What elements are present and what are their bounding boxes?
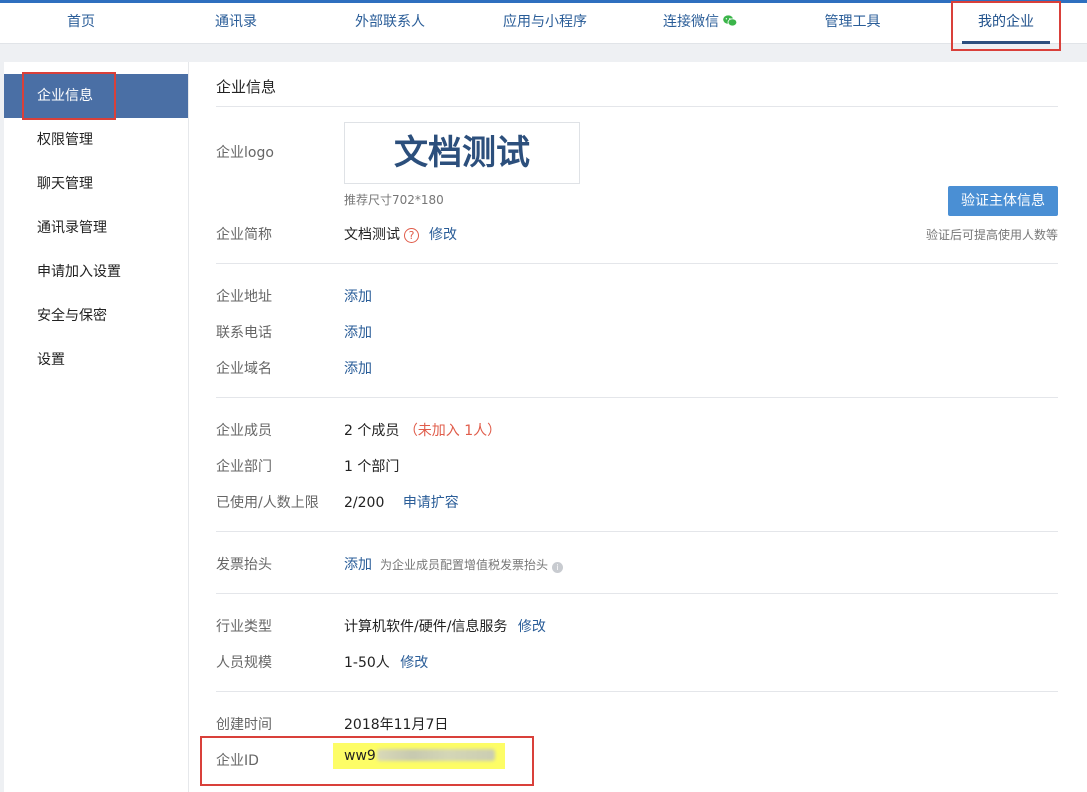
sidebar-item-join-settings[interactable]: 申请加入设置 xyxy=(4,250,188,294)
created-value: 2018年11月7日 xyxy=(344,717,449,733)
sidebar-item-label: 企业信息 xyxy=(37,88,93,104)
departments-value: 1 个部门 xyxy=(344,459,400,475)
divider xyxy=(216,397,1058,398)
divider xyxy=(216,593,1058,594)
corp-id-label: 企业ID xyxy=(216,753,259,769)
sidebar-item-label: 聊天管理 xyxy=(37,176,93,192)
enterprise-logo[interactable]: 文档测试 xyxy=(344,122,580,184)
nav-my-enterprise-label: 我的企业 xyxy=(978,14,1034,30)
sidebar-item-chat-management[interactable]: 聊天管理 xyxy=(4,162,188,206)
content-area: 企业信息 企业logo 文档测试 推荐尺寸702*180 验证主体信息 验证后可… xyxy=(216,62,1058,792)
size-label: 人员规模 xyxy=(216,655,272,671)
sidebar-item-label: 申请加入设置 xyxy=(37,264,121,280)
short-name-value: 文档测试 xyxy=(344,227,400,243)
domain-label: 企业域名 xyxy=(216,361,272,377)
short-name-label: 企业简称 xyxy=(216,227,272,243)
members-not-joined[interactable]: （未加入 1人） xyxy=(404,423,501,439)
nav-connect-wechat-label: 连接微信 xyxy=(663,14,719,30)
nav-connect-wechat[interactable]: 连接微信 xyxy=(640,3,760,44)
add-invoice-link[interactable]: 添加 xyxy=(344,557,372,573)
sidebar-item-contacts-management[interactable]: 通讯录管理 xyxy=(4,206,188,250)
invoice-row: 添加 为企业成员配置增值税发票抬头 i xyxy=(344,554,564,574)
add-address-link[interactable]: 添加 xyxy=(344,286,372,306)
logo-label: 企业logo xyxy=(216,145,274,161)
created-label: 创建时间 xyxy=(216,717,272,733)
nav-external-contacts-label: 外部联系人 xyxy=(355,14,425,30)
help-icon[interactable]: ? xyxy=(404,228,419,243)
address-label: 企业地址 xyxy=(216,289,272,305)
sidebar-item-label: 设置 xyxy=(37,352,65,368)
nav-my-enterprise[interactable]: 我的企业 xyxy=(952,3,1060,44)
logo-size-hint: 推荐尺寸702*180 xyxy=(344,193,444,207)
nav-active-underline xyxy=(962,41,1050,44)
members-label: 企业成员 xyxy=(216,423,272,439)
page-title: 企业信息 xyxy=(216,78,277,96)
info-icon[interactable]: i xyxy=(552,562,564,573)
sidebar-item-label: 安全与保密 xyxy=(37,308,107,324)
sidebar-item-security[interactable]: 安全与保密 xyxy=(4,294,188,338)
invoice-hint: 为企业成员配置增值税发票抬头 xyxy=(380,558,549,572)
corp-id-prefix: ww9 xyxy=(344,748,376,764)
corp-id-row: ww9 xyxy=(333,743,505,769)
divider xyxy=(216,106,1058,107)
top-nav: 首页 通讯录 外部联系人 应用与小程序 连接微信 管理工具 我的企业 xyxy=(0,0,1087,44)
sidebar-item-enterprise-info[interactable]: 企业信息 xyxy=(4,74,188,118)
apply-expand-link[interactable]: 申请扩容 xyxy=(403,495,459,511)
main-panel: 企业信息 权限管理 聊天管理 通讯录管理 申请加入设置 安全与保密 设置 企业信… xyxy=(4,62,1087,792)
sidebar-item-label: 权限管理 xyxy=(37,132,93,148)
members-value: 2 个成员 xyxy=(344,423,400,439)
add-phone-link[interactable]: 添加 xyxy=(344,322,372,342)
edit-size-link[interactable]: 修改 xyxy=(400,655,428,671)
industry-value: 计算机软件/硬件/信息服务 xyxy=(344,619,508,635)
sidebar-item-settings[interactable]: 设置 xyxy=(4,338,188,382)
industry-row: 计算机软件/硬件/信息服务 修改 xyxy=(344,616,546,636)
nav-contacts[interactable]: 通讯录 xyxy=(190,3,282,44)
members-row: 2 个成员 （未加入 1人） xyxy=(344,420,501,440)
nav-management-tools[interactable]: 管理工具 xyxy=(800,3,905,44)
nav-management-tools-label: 管理工具 xyxy=(824,14,881,30)
quota-row: 2/200 申请扩容 xyxy=(344,492,459,512)
sidebar: 企业信息 权限管理 聊天管理 通讯录管理 申请加入设置 安全与保密 设置 xyxy=(4,62,189,792)
divider xyxy=(216,531,1058,532)
size-value: 1-50人 xyxy=(344,655,390,671)
add-domain-link[interactable]: 添加 xyxy=(344,358,372,378)
corp-id-highlight: ww9 xyxy=(333,743,505,769)
departments-label: 企业部门 xyxy=(216,459,272,475)
verify-entity-button[interactable]: 验证主体信息 xyxy=(948,186,1058,216)
edit-short-name-link[interactable]: 修改 xyxy=(429,227,457,243)
nav-home-label: 首页 xyxy=(67,14,95,30)
nav-external-contacts[interactable]: 外部联系人 xyxy=(330,3,450,44)
quota-value: 2/200 xyxy=(344,495,385,511)
short-name-row: 文档测试? 修改 xyxy=(344,224,457,244)
industry-label: 行业类型 xyxy=(216,619,272,635)
edit-industry-link[interactable]: 修改 xyxy=(518,619,546,635)
nav-contacts-label: 通讯录 xyxy=(215,14,257,30)
sidebar-item-permissions[interactable]: 权限管理 xyxy=(4,118,188,162)
nav-home[interactable]: 首页 xyxy=(40,3,122,44)
divider xyxy=(216,263,1058,264)
invoice-label: 发票抬头 xyxy=(216,557,272,573)
nav-apps-label: 应用与小程序 xyxy=(503,14,587,30)
phone-label: 联系电话 xyxy=(216,325,272,341)
nav-apps[interactable]: 应用与小程序 xyxy=(485,3,605,44)
logo-text: 文档测试 xyxy=(394,133,530,173)
quota-label: 已使用/人数上限 xyxy=(216,495,319,511)
size-row: 1-50人 修改 xyxy=(344,652,428,672)
corp-id-redacted xyxy=(376,749,495,761)
divider xyxy=(216,691,1058,692)
wechat-icon xyxy=(723,4,738,27)
sidebar-item-label: 通讯录管理 xyxy=(37,220,107,236)
verify-hint: 验证后可提高使用人数等 xyxy=(925,228,1058,242)
